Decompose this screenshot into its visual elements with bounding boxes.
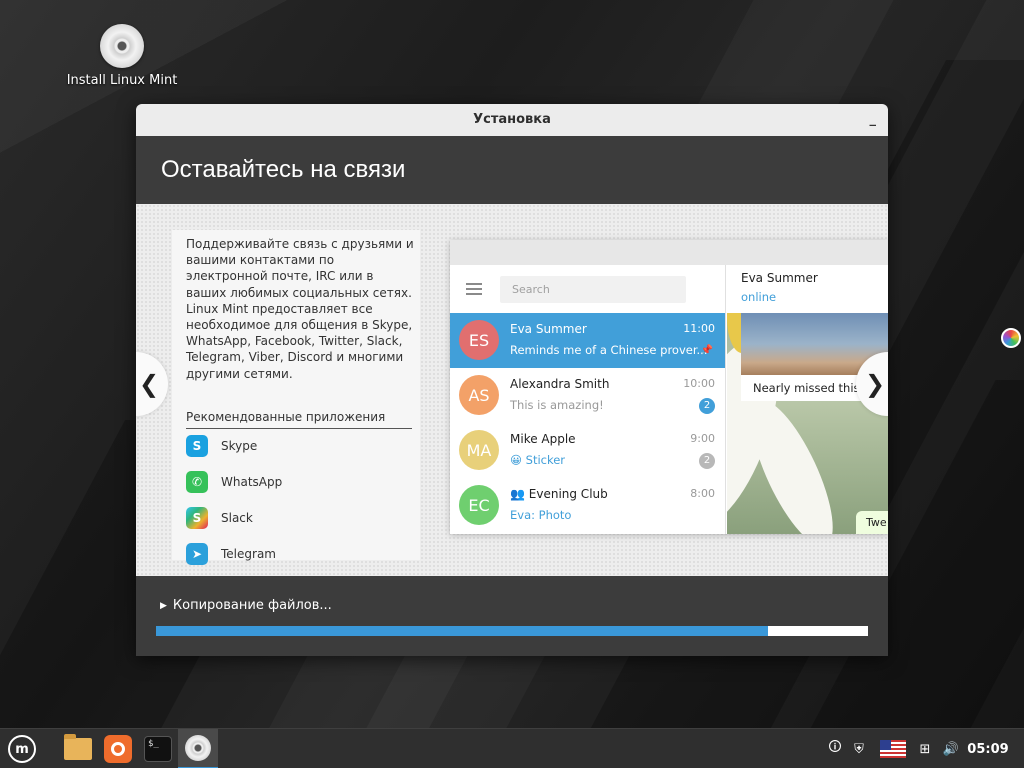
app-name: Slack: [221, 511, 253, 525]
chat-time: 9:00: [690, 432, 715, 445]
linux-mint-logo-icon: m: [8, 735, 36, 763]
telegram-titlebar: [450, 240, 888, 265]
taskbar: m $_ 🛈 ⛨ ⊞ 🔊 05:09: [0, 728, 1024, 768]
message-bubble: Twe: [856, 511, 888, 534]
progress-bar: [156, 626, 868, 636]
chat-name: Mike Apple: [510, 432, 576, 446]
progress-fill: [156, 626, 769, 636]
unread-badge: 2: [699, 453, 715, 469]
telegram-search-row: Search: [450, 265, 725, 313]
slide-heading: Оставайтесь на связи: [161, 156, 406, 183]
telegram-icon: ➤: [186, 543, 208, 565]
start-menu-button[interactable]: m: [2, 729, 42, 768]
install-linux-mint-desktop-icon[interactable]: Install Linux Mint: [66, 24, 178, 88]
telegram-search-input: Search: [500, 275, 686, 303]
chat-time: 8:00: [690, 487, 715, 500]
group-icon: 👥: [510, 487, 529, 501]
conversation-header: Eva Summer online: [727, 265, 888, 313]
hamburger-menu-icon: [466, 283, 482, 295]
chat-name: Eva Summer: [510, 322, 587, 336]
slack-icon: S: [186, 507, 208, 529]
window-title: Установка: [473, 112, 551, 127]
window-titlebar[interactable]: Установка _: [136, 104, 888, 136]
app-item-slack: S Slack: [186, 506, 253, 530]
firefox-launcher[interactable]: [98, 729, 138, 768]
update-manager-icon[interactable]: 🛈: [824, 729, 846, 768]
slide-description: Поддерживайте связь с друзьями и вашими …: [186, 237, 414, 381]
app-item-telegram: ➤ Telegram: [186, 542, 276, 566]
folder-icon: [64, 734, 92, 760]
disc-icon: [185, 735, 211, 761]
disc-icon: [100, 24, 144, 68]
clock[interactable]: 05:09: [966, 729, 1010, 768]
chat-name: 👥 Evening Club: [510, 487, 608, 501]
slide-text-panel: Поддерживайте связь с друзьями и вашими …: [172, 230, 420, 565]
chat-message: Eva: Photo: [510, 508, 572, 522]
avatar: EC: [459, 485, 499, 525]
terminal-launcher[interactable]: $_: [138, 729, 178, 768]
firefox-icon: [104, 735, 132, 763]
clock-time: 05:09: [967, 741, 1009, 757]
app-name: Skype: [221, 439, 258, 453]
chat-row: MA Mike Apple 9:00 😀 Sticker 2: [450, 423, 725, 478]
chat-background: Nearly missed this s Twe: [727, 313, 888, 534]
telegram-screenshot: Search ES Eva Summer 11:00 Reminds me of…: [450, 240, 888, 534]
pin-icon: 📌: [700, 345, 714, 356]
app-item-whatsapp: ✆ WhatsApp: [186, 470, 282, 494]
chat-name-text: Evening Club: [528, 487, 608, 501]
slideshow: Поддерживайте связь с друзьями и вашими …: [136, 204, 888, 576]
app-item-skype: S Skype: [186, 434, 257, 458]
contact-name: Eva Summer: [741, 271, 818, 285]
expander-arrow-icon: ▶: [160, 601, 167, 611]
avatar: AS: [459, 375, 499, 415]
installer-task-button[interactable]: [178, 729, 218, 768]
minimize-button[interactable]: _: [870, 104, 877, 136]
chat-name: Alexandra Smith: [510, 377, 610, 391]
chat-message: This is amazing!: [510, 398, 604, 412]
contact-status: online: [741, 290, 777, 304]
app-name: WhatsApp: [221, 475, 283, 489]
whatsapp-icon: ✆: [186, 471, 208, 493]
shield-icon[interactable]: ⛨: [848, 729, 870, 768]
unread-badge: 2: [699, 398, 715, 414]
chat-message: Reminds me of a Chinese prover...: [510, 343, 708, 357]
files-launcher[interactable]: [58, 729, 98, 768]
recommended-apps-title: Рекомендованные приложения: [186, 410, 412, 429]
keyboard-layout-button[interactable]: [878, 729, 908, 768]
chat-message: 😀 Sticker: [510, 453, 566, 467]
chat-time: 10:00: [683, 377, 715, 390]
app-name: Telegram: [221, 547, 276, 561]
volume-icon[interactable]: 🔊: [940, 729, 962, 768]
slide-header: Оставайтесь на связи: [136, 136, 888, 204]
installer-window: Установка _ Оставайтесь на связи Поддерж…: [136, 104, 888, 656]
color-wheel-icon[interactable]: [1001, 328, 1021, 348]
desktop-icon-label: Install Linux Mint: [66, 73, 178, 88]
progress-area: ▶ Копирование файлов...: [136, 576, 888, 656]
progress-text: Копирование файлов...: [172, 598, 332, 613]
chat-time: 11:00: [683, 322, 715, 335]
us-flag-icon: [880, 740, 906, 758]
previous-slide-button[interactable]: ❮: [136, 352, 168, 416]
avatar: ES: [459, 320, 499, 360]
network-icon[interactable]: ⊞: [914, 729, 936, 768]
chat-row: EC 👥 Evening Club 8:00 Eva: Photo: [450, 478, 725, 533]
terminal-icon: $_: [144, 736, 172, 762]
progress-label[interactable]: ▶ Копирование файлов...: [160, 598, 332, 613]
chat-row: AS Alexandra Smith 10:00 This is amazing…: [450, 368, 725, 423]
avatar: MA: [459, 430, 499, 470]
chat-row: ES Eva Summer 11:00 Reminds me of a Chin…: [450, 313, 725, 368]
skype-icon: S: [186, 435, 208, 457]
telegram-chat-list: Search ES Eva Summer 11:00 Reminds me of…: [450, 265, 726, 534]
